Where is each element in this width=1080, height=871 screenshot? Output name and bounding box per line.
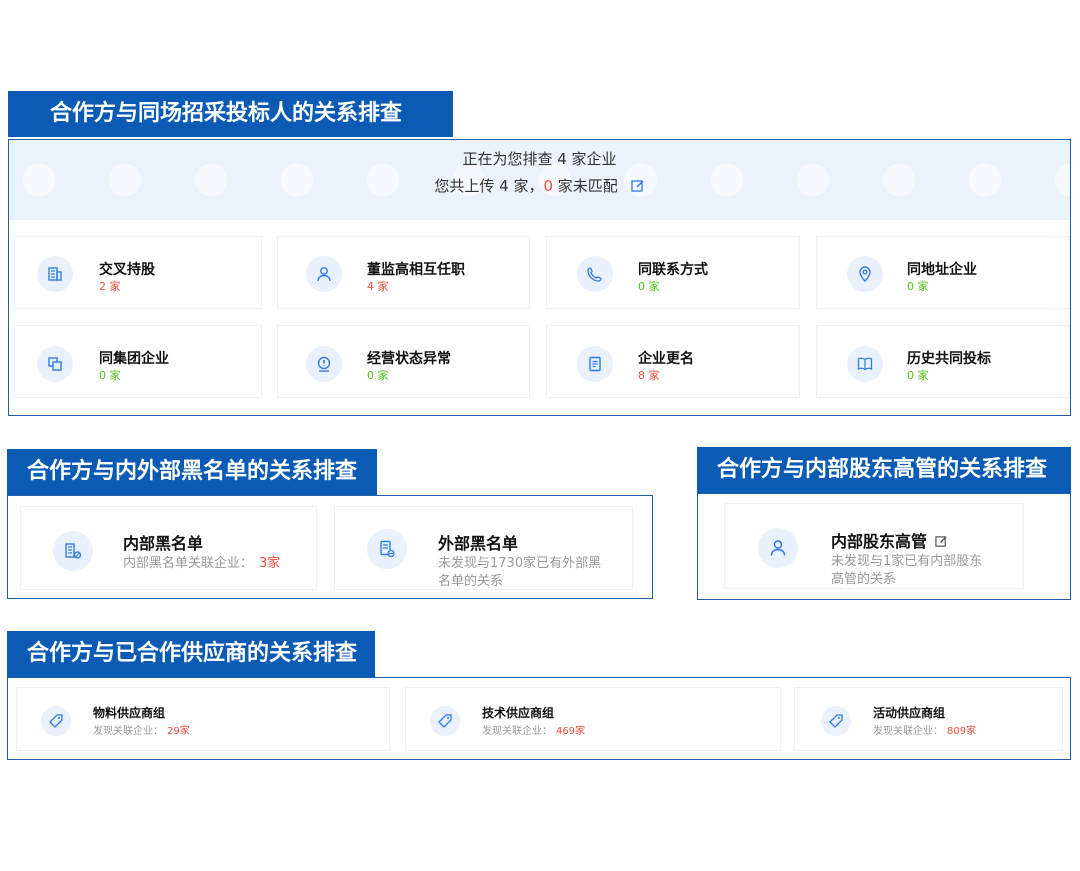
card-cross-shareholding[interactable]: 交叉持股 2 家 — [14, 236, 262, 309]
document-block-icon — [367, 529, 407, 569]
section-title-bidders: 合作方与同场招采投标人的关系排查 — [8, 91, 453, 137]
card-company-rename[interactable]: 企业更名 8 家 — [546, 325, 800, 398]
card-sub-value: 809家 — [947, 726, 977, 737]
card-sub-label: 发现关联企业： — [482, 726, 552, 737]
card-internal-shareholders[interactable]: 内部股东高管 未发现与1家已有内部股东 高管的关系 — [724, 503, 1024, 589]
upload-summary: 您共上传 4 家，0 家未匹配 — [9, 175, 1070, 197]
tag-icon — [430, 706, 460, 736]
card-sub-label: 发现关联企业： — [873, 726, 943, 737]
card-title: 交叉持股 — [99, 262, 155, 278]
card-count: 0 家 — [907, 280, 929, 293]
card-count: 0 家 — [638, 280, 660, 293]
card-count: 4 家 — [367, 280, 389, 293]
building-icon — [37, 256, 73, 292]
card-title: 企业更名 — [638, 351, 694, 367]
card-material-suppliers[interactable]: 物料供应商组 发现关联企业： 29家 — [16, 687, 390, 751]
card-sub: 发现关联企业： 29家 — [93, 722, 190, 737]
card-sub: 发现关联企业： 809家 — [873, 722, 976, 737]
card-history-cobid[interactable]: 历史共同投标 0 家 — [816, 325, 1070, 398]
card-title: 董监高相互任职 — [367, 262, 465, 278]
card-sub-value: 3家 — [259, 556, 281, 571]
location-pin-icon — [847, 256, 883, 292]
card-count: 0 家 — [367, 369, 389, 382]
edit-icon[interactable] — [630, 179, 645, 197]
checking-status-text: 正在为您排查 4 家企业 — [462, 150, 617, 168]
card-title: 经营状态异常 — [367, 351, 451, 367]
upload-summary-suffix: 家未匹配 — [553, 177, 618, 195]
card-internal-blacklist[interactable]: 内部黑名单 内部黑名单关联企业： 3家 — [20, 506, 317, 590]
card-count: 2 家 — [99, 280, 121, 293]
section-title-blacklist: 合作方与内外部黑名单的关系排查 — [7, 449, 377, 495]
card-sub-label: 发现关联企业： — [93, 726, 163, 737]
warning-icon — [306, 346, 342, 382]
person-icon — [306, 256, 342, 292]
card-external-blacklist[interactable]: 外部黑名单 未发现与1730家已有外部黑 名单的关系 — [334, 506, 633, 590]
person-icon — [758, 528, 798, 568]
card-title: 内部黑名单 — [123, 534, 204, 553]
building-block-icon — [53, 531, 93, 571]
card-title: 活动供应商组 — [873, 706, 946, 720]
card-sub-line2: 高管的关系 — [831, 572, 897, 587]
card-count: 0 家 — [99, 369, 121, 382]
card-abnormal-status[interactable]: 经营状态异常 0 家 — [277, 325, 530, 398]
group-icon — [37, 346, 73, 382]
card-title: 同联系方式 — [638, 262, 708, 278]
card-director-cross-role[interactable]: 董监高相互任职 4 家 — [277, 236, 530, 309]
card-title: 技术供应商组 — [482, 706, 555, 720]
card-title-text: 内部股东高管 — [831, 532, 928, 551]
card-title: 外部黑名单 — [438, 534, 519, 553]
card-sub: 发现关联企业： 469家 — [482, 722, 585, 737]
card-sub-line2: 名单的关系 — [438, 574, 504, 589]
card-title: 物料供应商组 — [93, 706, 166, 720]
card-count: 8 家 — [638, 369, 660, 382]
card-same-address[interactable]: 同地址企业 0 家 — [816, 236, 1070, 309]
card-same-contact[interactable]: 同联系方式 0 家 — [546, 236, 800, 309]
section-title-shareholders: 合作方与内部股东高管的关系排查 — [697, 447, 1071, 493]
unmatched-count: 0 — [543, 177, 554, 195]
card-title: 内部股东高管 — [831, 528, 948, 552]
card-sub-label: 内部黑名单关联企业： — [123, 556, 254, 571]
section-title-suppliers: 合作方与已合作供应商的关系排查 — [7, 631, 375, 677]
card-sub-value: 469家 — [556, 726, 586, 737]
upload-summary-prefix: 您共上传 4 家， — [434, 177, 544, 195]
card-title: 同集团企业 — [99, 351, 169, 367]
card-sub-line1: 未发现与1730家已有外部黑 — [438, 556, 602, 571]
card-tech-suppliers[interactable]: 技术供应商组 发现关联企业： 469家 — [405, 687, 781, 751]
book-icon — [847, 346, 883, 382]
card-title: 历史共同投标 — [907, 351, 991, 367]
tag-icon — [821, 706, 851, 736]
card-sub: 内部黑名单关联企业： 3家 — [123, 552, 280, 571]
card-title: 同地址企业 — [907, 262, 977, 278]
document-icon — [577, 346, 613, 382]
card-sub-line1: 未发现与1家已有内部股东 — [831, 554, 983, 569]
card-event-suppliers[interactable]: 活动供应商组 发现关联企业： 809家 — [794, 687, 1063, 751]
phone-icon — [577, 256, 613, 292]
upload-banner: 正在为您排查 4 家企业 您共上传 4 家，0 家未匹配 — [9, 140, 1070, 220]
card-count: 0 家 — [907, 369, 929, 382]
card-same-group[interactable]: 同集团企业 0 家 — [14, 325, 262, 398]
card-sub-value: 29家 — [167, 726, 190, 737]
tag-icon — [41, 706, 71, 736]
